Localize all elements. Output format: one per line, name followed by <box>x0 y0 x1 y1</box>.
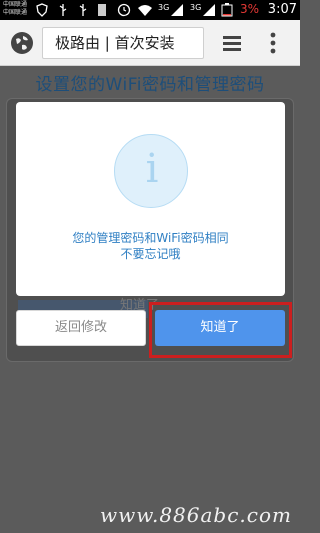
status-bar: 中国联通 中国联通 3G 3G 3% 3:07 <box>0 0 300 20</box>
address-bar[interactable]: 极路由 | 首次安装 <box>42 27 204 59</box>
tabs-icon[interactable] <box>222 34 242 52</box>
shield-icon <box>36 3 48 17</box>
menu-icon[interactable] <box>270 32 276 54</box>
signal-icon <box>171 4 183 16</box>
info-icon: i <box>114 134 188 208</box>
battery-icon <box>221 3 233 17</box>
battery-small-icon <box>98 4 106 16</box>
carrier-line-2: 中国联通 <box>3 9 28 16</box>
globe-icon[interactable] <box>10 31 34 55</box>
confirm-dialog: i 您的管理密码和WiFi密码相同 不要忘记哦 <box>16 102 285 296</box>
usb-icon <box>59 4 67 16</box>
browser-toolbar: 极路由 | 首次安装 <box>0 20 300 66</box>
carrier-label: 中国联通 中国联通 <box>3 1 27 17</box>
ok-button[interactable]: 知道了 <box>155 310 285 346</box>
dialog-message-line-1: 您的管理密码和WiFi密码相同 <box>72 231 229 245</box>
page-title: 设置您的WiFi密码和管理密码 <box>35 75 265 95</box>
dialog-message: 您的管理密码和WiFi密码相同 不要忘记哦 <box>16 230 285 262</box>
carrier-line-1: 中国联通 <box>3 1 28 8</box>
watermark: www.886abc.com <box>99 503 292 527</box>
usb-icon-2 <box>79 4 87 16</box>
alarm-icon <box>117 3 131 17</box>
back-edit-button[interactable]: 返回修改 <box>16 310 146 346</box>
clock: 3:07 <box>267 2 297 17</box>
battery-percent: 3% <box>240 2 260 16</box>
dialog-message-line-2: 不要忘记哦 <box>120 247 181 261</box>
signal-icon-2 <box>203 4 215 16</box>
network-type: 3G <box>158 3 170 12</box>
wifi-icon <box>138 5 152 16</box>
